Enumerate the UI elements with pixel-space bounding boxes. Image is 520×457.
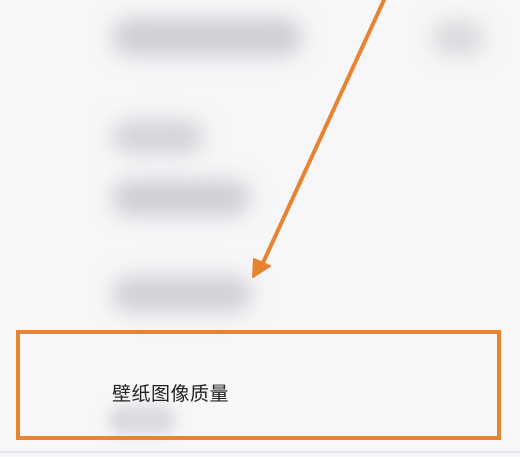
pointer-arrow-icon <box>252 0 386 278</box>
settings-screen: 壁纸图像质量 <box>0 0 520 457</box>
